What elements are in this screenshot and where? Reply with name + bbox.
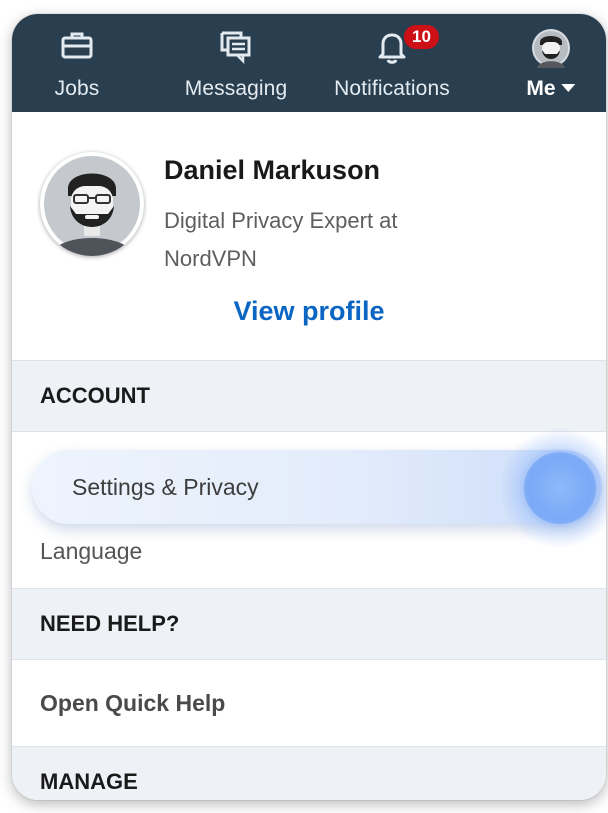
notification-count-badge: 10 [404, 25, 439, 49]
section-header-manage: MANAGE [12, 746, 606, 800]
profile-name: Daniel Markuson [164, 155, 381, 185]
section-header-account: ACCOUNT [12, 360, 606, 432]
profile-avatar[interactable] [40, 152, 144, 256]
caret-down-icon [561, 84, 576, 92]
nav-jobs[interactable]: Jobs [38, 14, 116, 112]
avatar [531, 28, 571, 73]
nav-messaging[interactable]: Messaging [177, 14, 295, 112]
nav-me-menu[interactable]: Me [508, 14, 594, 112]
nav-jobs-label: Jobs [54, 77, 100, 100]
settings-privacy-label: Settings & Privacy [72, 474, 259, 500]
briefcase-icon [60, 28, 94, 67]
top-nav-bar: Jobs Messaging 10 Notifications Me [12, 14, 606, 112]
nav-messaging-label: Messaging [184, 77, 288, 100]
profile-headline: Digital Privacy Expert at NordVPN [164, 208, 398, 271]
messaging-icon [217, 28, 255, 71]
view-profile-link[interactable]: View profile [12, 296, 606, 327]
nav-notifications-label: Notifications [334, 77, 450, 100]
me-dropdown-card: Jobs Messaging 10 Notifications Me Danie… [12, 14, 606, 800]
nav-notifications[interactable]: 10 Notifications [322, 14, 462, 112]
open-quick-help-menu-item[interactable]: Open Quick Help [12, 660, 606, 746]
section-header-need-help: NEED HELP? [12, 588, 606, 660]
nav-me-label: Me [526, 77, 576, 101]
tap-indicator [524, 452, 596, 524]
profile-summary: Daniel Markuson Digital Privacy Expert a… [12, 112, 606, 360]
